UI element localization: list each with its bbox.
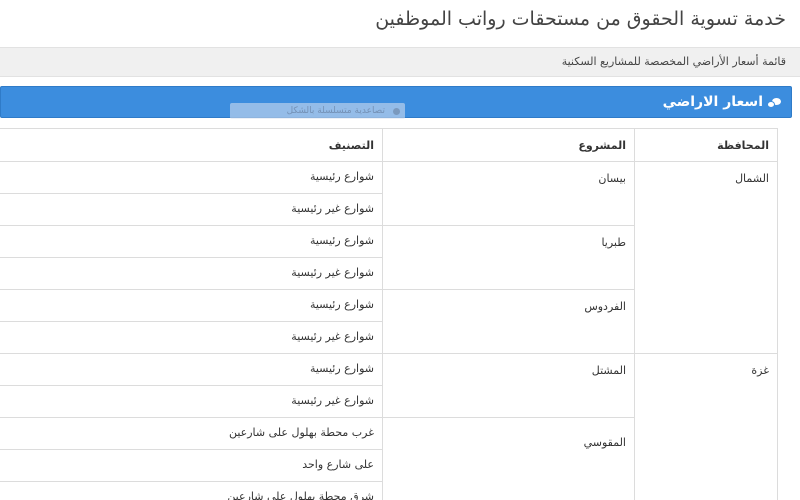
table-row: الشمال بيسان شوارع رئيسية xyxy=(0,161,778,354)
breadcrumb: قائمة أسعار الأراضي المخصصة للمشاريع الس… xyxy=(0,47,800,77)
land-prices-table: المحافظة المشروع التصنيف الشمال بيسان شو… xyxy=(0,128,778,500)
breadcrumb-label: قائمة أسعار الأراضي المخصصة للمشاريع الس… xyxy=(561,55,786,68)
classification-cell: شوارع رئيسية xyxy=(0,289,383,322)
classification-cell: شوارع رئيسية xyxy=(0,353,383,386)
project-cell: الفردوس xyxy=(382,289,635,354)
classification-cell: شوارع غير رئيسية xyxy=(0,257,383,290)
governorate-cell: غزة xyxy=(634,353,778,500)
classification-cell: شوارع غير رئيسية xyxy=(0,193,383,226)
classification-cell: غرب محطة بهلول على شارعين xyxy=(0,417,383,450)
close-dot-icon xyxy=(393,108,400,115)
table-row: غزة المشتل شوارع رئيسية xyxy=(0,353,778,500)
classification-cell: شوارع غير رئيسية xyxy=(0,321,383,354)
page-title: خدمة تسوية الحقوق من مستحقات رواتب الموظ… xyxy=(375,8,786,30)
panel-title: اسعار الاراضي xyxy=(662,94,763,110)
comments-icon xyxy=(767,97,781,108)
header-project: المشروع xyxy=(382,128,635,162)
classification-cell: شوارع رئيسية xyxy=(0,225,383,258)
project-cell: المقوسي xyxy=(382,417,635,500)
project-cell: بيسان xyxy=(382,161,635,226)
governorate-cell: الشمال xyxy=(634,161,778,354)
classification-cell: على شارع واحد xyxy=(0,449,383,482)
project-cell: المشتل xyxy=(382,353,635,418)
classification-cell: شوارع رئيسية xyxy=(0,161,383,194)
classification-cell: شوارع غير رئيسية xyxy=(0,385,383,418)
header-classification: التصنيف xyxy=(0,128,383,162)
ghost-overlay: تصاعدية متسلسلة بالشكل xyxy=(230,103,405,119)
project-cell: طبريا xyxy=(382,225,635,290)
classification-cell: شرق محطة بهلول على شارعين xyxy=(0,481,383,500)
header-governorate: المحافظة xyxy=(634,128,778,162)
ghost-overlay-text: تصاعدية متسلسلة بالشكل xyxy=(286,106,385,116)
table-header-row: المحافظة المشروع التصنيف xyxy=(0,128,778,162)
